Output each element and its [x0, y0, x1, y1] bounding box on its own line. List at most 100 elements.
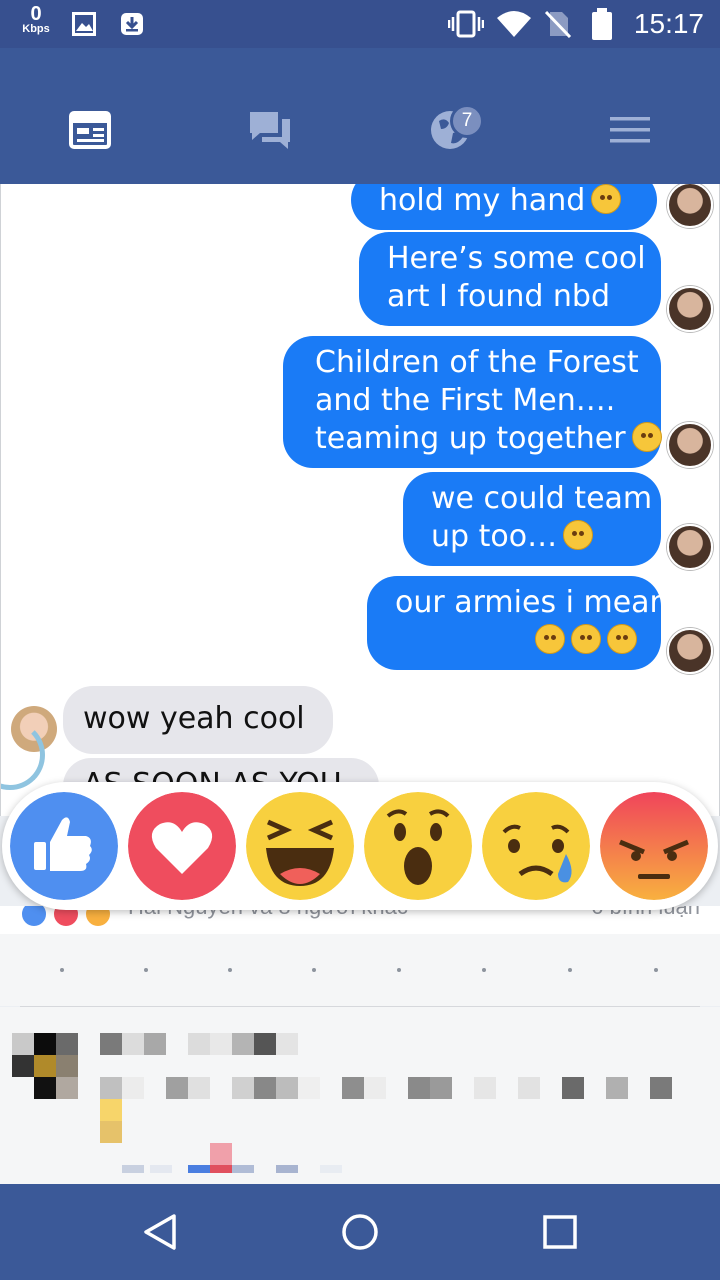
love-reaction-icon[interactable]	[128, 792, 236, 900]
dot	[482, 968, 486, 972]
sender-avatar	[667, 422, 713, 468]
dot	[228, 968, 232, 972]
like-mini-icon	[20, 906, 48, 928]
pixel-block	[232, 1033, 254, 1055]
sad-reaction-icon[interactable]	[482, 792, 590, 900]
network-speed: 0 Kbps	[18, 4, 54, 35]
message-bubble-out: we could team up too…	[403, 472, 661, 566]
dot	[654, 968, 658, 972]
redacted-comment	[0, 1007, 720, 1184]
pixel-block	[430, 1077, 452, 1099]
status-bar: 0 Kbps 15:17	[0, 0, 720, 48]
pixel-block	[518, 1077, 540, 1099]
message-bubble-out: Here’s some cool art I found nbd	[359, 232, 661, 326]
pixel-block	[276, 1033, 298, 1055]
pixel-block	[12, 1033, 34, 1055]
wink-emoji-icon	[563, 520, 594, 550]
pixel-block	[100, 1099, 122, 1121]
pixel-block	[34, 1077, 56, 1099]
dot	[144, 968, 148, 972]
recents-icon	[543, 1215, 577, 1249]
sender-avatar	[667, 628, 713, 674]
pixel-block	[210, 1165, 232, 1173]
pixel-block	[298, 1077, 320, 1099]
pixel-block	[122, 1165, 144, 1173]
pixel-block	[276, 1077, 298, 1099]
blush-emoji-icon	[631, 422, 662, 452]
wink-emoji-icon	[571, 624, 601, 654]
message-line: our armies i mean	[395, 585, 669, 620]
back-icon	[144, 1214, 176, 1250]
pixel-block	[100, 1033, 122, 1055]
message-bubble-out: Children of the Forest and the First Men…	[283, 336, 662, 468]
pixel-block	[34, 1033, 56, 1055]
clock: 15:17	[633, 8, 704, 39]
pixel-block	[56, 1077, 78, 1099]
pixel-block	[562, 1077, 584, 1099]
menu-icon	[610, 117, 650, 143]
message-line: up too…	[431, 519, 558, 554]
pixel-block	[254, 1077, 276, 1099]
dot	[568, 968, 572, 972]
tab-news-feed[interactable]	[60, 100, 120, 160]
chat-screenshot[interactable]: hold my hand Here’s some cool art I foun…	[0, 184, 720, 816]
sender-avatar	[667, 286, 713, 332]
news-feed-icon	[69, 111, 111, 149]
pixel-block	[100, 1121, 122, 1143]
haha-reaction-icon[interactable]	[246, 792, 354, 900]
pixel-block	[254, 1033, 276, 1055]
message-line: art I found nbd	[387, 279, 611, 314]
battery-icon	[592, 8, 612, 40]
angry-reaction-icon[interactable]	[600, 792, 708, 900]
pixel-block	[150, 1165, 172, 1173]
pixel-block	[276, 1165, 298, 1173]
wifi-icon	[497, 11, 531, 37]
pixel-block	[100, 1077, 122, 1099]
pixel-block	[210, 1143, 232, 1165]
wink-emoji-icon	[535, 624, 565, 654]
post-reactions-summary[interactable]: Hải Nguyễn và 8 người khác 6 bình luận	[0, 906, 720, 934]
pixel-block	[342, 1077, 364, 1099]
dot	[397, 968, 401, 972]
pixel-block	[232, 1077, 254, 1099]
back-button[interactable]	[138, 1210, 182, 1254]
pixel-block	[320, 1165, 342, 1173]
facebook-top-bar	[0, 48, 720, 184]
message-line: we could team	[431, 481, 653, 516]
pixel-block	[232, 1165, 254, 1173]
dot	[60, 968, 64, 972]
system-navigation-bar	[0, 1184, 720, 1280]
message-line: Here’s some cool	[387, 241, 646, 276]
tab-messages[interactable]	[240, 100, 300, 160]
notification-badge: 7	[450, 104, 484, 138]
dot	[312, 968, 316, 972]
sender-avatar	[667, 184, 713, 228]
pixel-block	[12, 1055, 34, 1077]
message-line: Children of the Forest	[315, 345, 639, 380]
vibrate-icon	[448, 10, 484, 38]
pixel-block	[408, 1077, 430, 1099]
pixel-block	[122, 1033, 144, 1055]
wow-reaction-icon[interactable]	[364, 792, 472, 900]
home-button[interactable]	[338, 1210, 382, 1254]
pixel-block	[188, 1165, 210, 1173]
sender-avatar	[667, 524, 713, 570]
pixel-block	[56, 1033, 78, 1055]
message-text: hold my hand	[379, 184, 586, 218]
recents-button[interactable]	[538, 1210, 582, 1254]
pixel-block	[188, 1077, 210, 1099]
pixel-block	[210, 1033, 232, 1055]
message-text: wow yeah cool	[83, 701, 305, 736]
pixel-block	[474, 1077, 496, 1099]
messenger-icon	[250, 112, 290, 149]
pixel-block	[34, 1055, 56, 1077]
download-icon	[121, 13, 143, 35]
no-sim-icon	[544, 10, 572, 38]
network-speed-value: 0	[30, 3, 42, 25]
pixel-block	[56, 1055, 78, 1077]
tab-menu[interactable]	[600, 100, 660, 160]
like-reaction-icon[interactable]	[10, 792, 118, 900]
pixel-block	[166, 1077, 188, 1099]
hugging-emoji-icon	[591, 184, 622, 214]
message-line: and the First Men….	[315, 383, 616, 418]
